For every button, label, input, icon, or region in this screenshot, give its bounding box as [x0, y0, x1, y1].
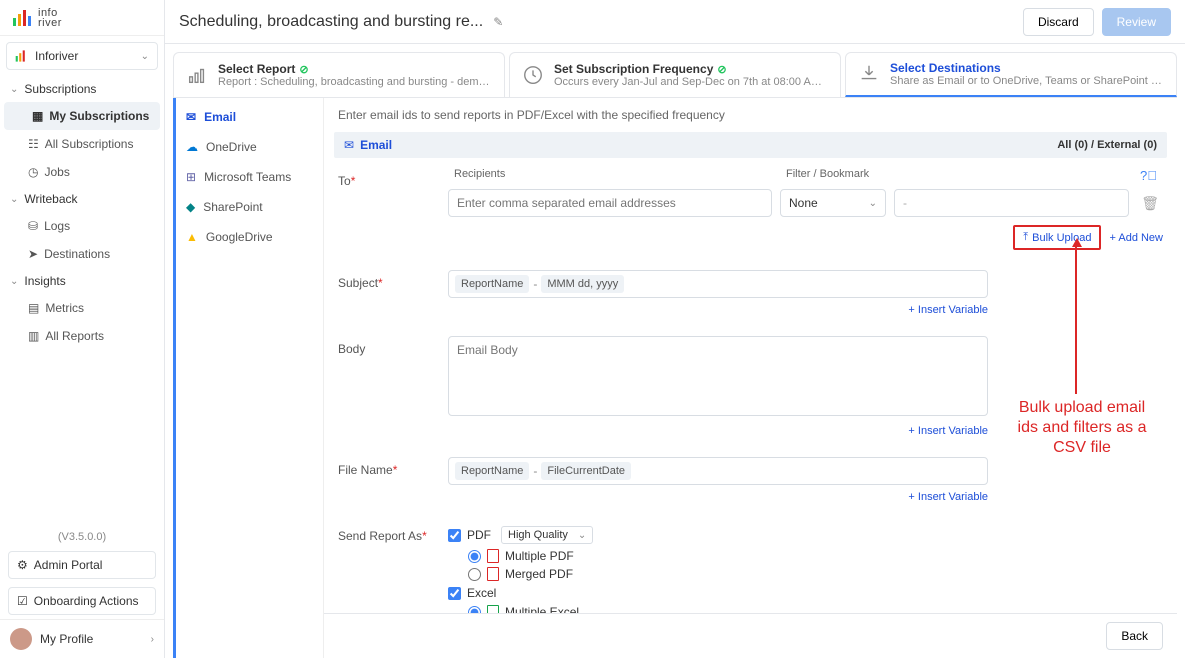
dest-onedrive[interactable]: ☁OneDrive — [176, 132, 323, 162]
sidebar: inforiver Inforiver ⌄ ⌄Subscriptions ▦My… — [0, 0, 165, 658]
brand-logo: inforiver — [0, 0, 164, 36]
add-new-link[interactable]: + Add New — [1109, 232, 1163, 244]
section-writeback[interactable]: ⌄Writeback — [0, 186, 164, 212]
section-insights[interactable]: ⌄Insights — [0, 268, 164, 294]
my-profile[interactable]: My Profile › — [0, 619, 164, 658]
stepper: Select Report ⊘ Report : Scheduling, bro… — [173, 52, 1177, 98]
filter-select[interactable]: None⌄ — [780, 189, 886, 217]
form-caption: Enter email ids to send reports in PDF/E… — [324, 98, 1177, 132]
label-body: Body — [338, 336, 448, 437]
label-filename: File Name* — [338, 457, 448, 503]
discard-button[interactable]: Discard — [1023, 8, 1094, 36]
nav-logs[interactable]: ⛁Logs — [0, 212, 164, 240]
pdf-icon — [487, 549, 499, 563]
chk-pdf[interactable] — [448, 529, 461, 542]
nav-my-subscriptions[interactable]: ▦My Subscriptions — [4, 102, 160, 130]
chevron-right-icon: › — [151, 634, 154, 645]
subject-field[interactable]: ReportName - MMM dd, yyyy — [448, 270, 988, 298]
recipient-counts: All (0) / External (0) — [1057, 139, 1157, 151]
step-select-report[interactable]: Select Report ⊘ Report : Scheduling, bro… — [173, 52, 505, 97]
dest-email[interactable]: ✉Email — [176, 102, 323, 132]
chk-excel[interactable] — [448, 587, 461, 600]
tenant-selector[interactable]: Inforiver ⌄ — [6, 42, 158, 70]
dest-googledrive[interactable]: ▲GoogleDrive — [176, 222, 323, 252]
label-send-as: Send Report As* — [338, 523, 448, 613]
chevron-down-icon: ⌄ — [141, 51, 149, 62]
delete-row-icon[interactable]: 🗑 — [1137, 195, 1163, 212]
insert-variable-filename[interactable]: Insert Variable — [908, 491, 988, 503]
col-recipients: Recipients — [454, 168, 786, 183]
help-icon[interactable]: ?⃝ — [1140, 168, 1157, 183]
filename-field[interactable]: ReportName - FileCurrentDate — [448, 457, 988, 485]
radio-multiple-excel[interactable] — [468, 606, 481, 614]
edit-icon[interactable]: ✎ — [493, 15, 503, 29]
step-frequency[interactable]: Set Subscription Frequency ⊘ Occurs ever… — [509, 52, 841, 97]
insert-variable-body[interactable]: Insert Variable — [908, 425, 988, 437]
insert-variable-subject[interactable]: Insert Variable — [908, 304, 988, 316]
nav-all-reports[interactable]: ▥All Reports — [0, 322, 164, 350]
admin-portal-button[interactable]: ⚙Admin Portal — [8, 551, 156, 579]
section-subscriptions[interactable]: ⌄Subscriptions — [0, 76, 164, 102]
email-panel-header: ✉ Email All (0) / External (0) — [334, 132, 1167, 158]
tenant-name: Inforiver — [35, 49, 78, 63]
col-filter: Filter / Bookmark — [786, 168, 1140, 183]
dest-teams[interactable]: ⊞Microsoft Teams — [176, 162, 323, 192]
bulk-upload-button[interactable]: ⤒Bulk Upload — [1013, 225, 1101, 250]
check-icon: ⊘ — [299, 63, 308, 76]
topbar: Scheduling, broadcasting and bursting re… — [165, 0, 1185, 44]
dest-sharepoint[interactable]: ◆SharePoint — [176, 192, 323, 222]
page-title: Scheduling, broadcasting and bursting re… — [179, 13, 483, 31]
check-icon: ⊘ — [717, 63, 726, 76]
body-textarea[interactable] — [448, 336, 988, 416]
avatar — [10, 628, 32, 650]
nav-all-subscriptions[interactable]: ☷All Subscriptions — [0, 130, 164, 158]
step-destinations[interactable]: Select Destinations Share as Email or to… — [845, 52, 1177, 97]
nav-destinations[interactable]: ➤Destinations — [0, 240, 164, 268]
pdf-quality-select[interactable]: High Quality⌄ — [501, 526, 593, 544]
token-reportname: ReportName — [455, 275, 529, 293]
nav-jobs[interactable]: ◷Jobs — [0, 158, 164, 186]
pdf-icon — [487, 567, 499, 581]
recipients-input[interactable] — [448, 189, 772, 217]
label-subject: Subject* — [338, 270, 448, 316]
label-to: To* — [338, 168, 448, 250]
back-button[interactable]: Back — [1106, 622, 1163, 650]
excel-icon — [487, 605, 499, 613]
review-button[interactable]: Review — [1102, 8, 1171, 36]
radio-multiple-pdf[interactable] — [468, 550, 481, 563]
token-filedate: FileCurrentDate — [541, 462, 631, 480]
bookmark-field[interactable]: - — [894, 189, 1129, 217]
onboarding-actions-button[interactable]: ☑Onboarding Actions — [8, 587, 156, 615]
destination-list: ✉Email ☁OneDrive ⊞Microsoft Teams ◆Share… — [173, 98, 323, 658]
version-label: (V3.5.0.0) — [0, 527, 164, 547]
nav-metrics[interactable]: ▤Metrics — [0, 294, 164, 322]
token-reportname2: ReportName — [455, 462, 529, 480]
email-icon: ✉ — [344, 138, 354, 152]
radio-merged-pdf[interactable] — [468, 568, 481, 581]
token-date: MMM dd, yyyy — [541, 275, 624, 293]
footer: Back — [324, 613, 1177, 658]
